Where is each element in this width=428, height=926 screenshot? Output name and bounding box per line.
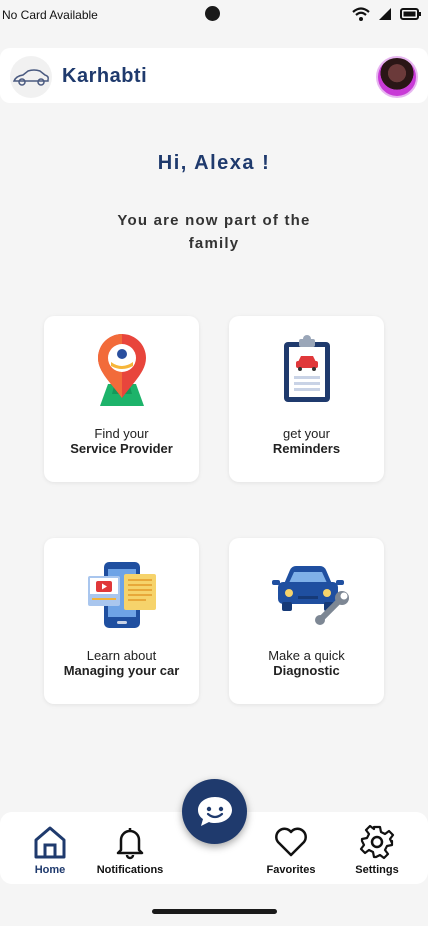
reminders-card[interactable]: get your Reminders [229,316,384,482]
nav-favorites[interactable]: Favorites [246,824,336,876]
chat-bubble-icon [197,796,232,826]
app-header: Karhabti [0,48,428,103]
nav-home[interactable]: Home [5,824,95,876]
user-avatar[interactable] [376,56,418,98]
card-line2: Managing your car [63,663,180,678]
nav-favorites-label: Favorites [266,864,316,876]
card-line1: get your [283,426,330,441]
card-line2: Reminders [272,441,341,456]
card-line1: Find your [94,426,149,441]
nav-home-label: Home [34,864,66,876]
managing-car-card[interactable]: Learn about Managing your car [44,538,199,704]
home-icon [34,826,66,859]
heart-icon [275,827,307,857]
car-logo-icon [10,56,52,98]
card-line1: Make a quick [268,648,345,663]
nav-settings-label: Settings [355,864,399,876]
card-line1: Learn about [86,648,157,663]
carrier-text: No Card Available [2,8,98,22]
signal-icon [379,8,391,20]
app-title: Karhabti [62,65,148,87]
home-indicator[interactable] [152,909,277,914]
greeting-title: Hi, Alexa ! [157,152,271,174]
chat-button[interactable] [182,779,247,844]
status-bar: No Card Available [0,0,428,30]
phone-video-icon [44,556,199,631]
nav-notifications[interactable]: Notifications [85,824,175,876]
status-icons [352,6,422,22]
card-line2: Service Provider [70,441,173,456]
clipboard-icon [229,334,384,409]
bell-icon [116,828,144,860]
camera-cutout [205,6,220,21]
wifi-icon [352,7,370,21]
card-line2: Diagnostic [273,663,340,678]
gear-icon [359,824,395,860]
map-pin-icon [44,334,199,409]
car-wrench-icon [229,556,384,631]
nav-settings[interactable]: Settings [332,824,422,876]
service-provider-card[interactable]: Find your Service Provider [44,316,199,482]
battery-icon [400,8,421,20]
welcome-subtitle: You are now part of the family [117,212,311,252]
nav-notifications-label: Notifications [96,864,164,876]
diagnostic-card[interactable]: Make a quick Diagnostic [229,538,384,704]
